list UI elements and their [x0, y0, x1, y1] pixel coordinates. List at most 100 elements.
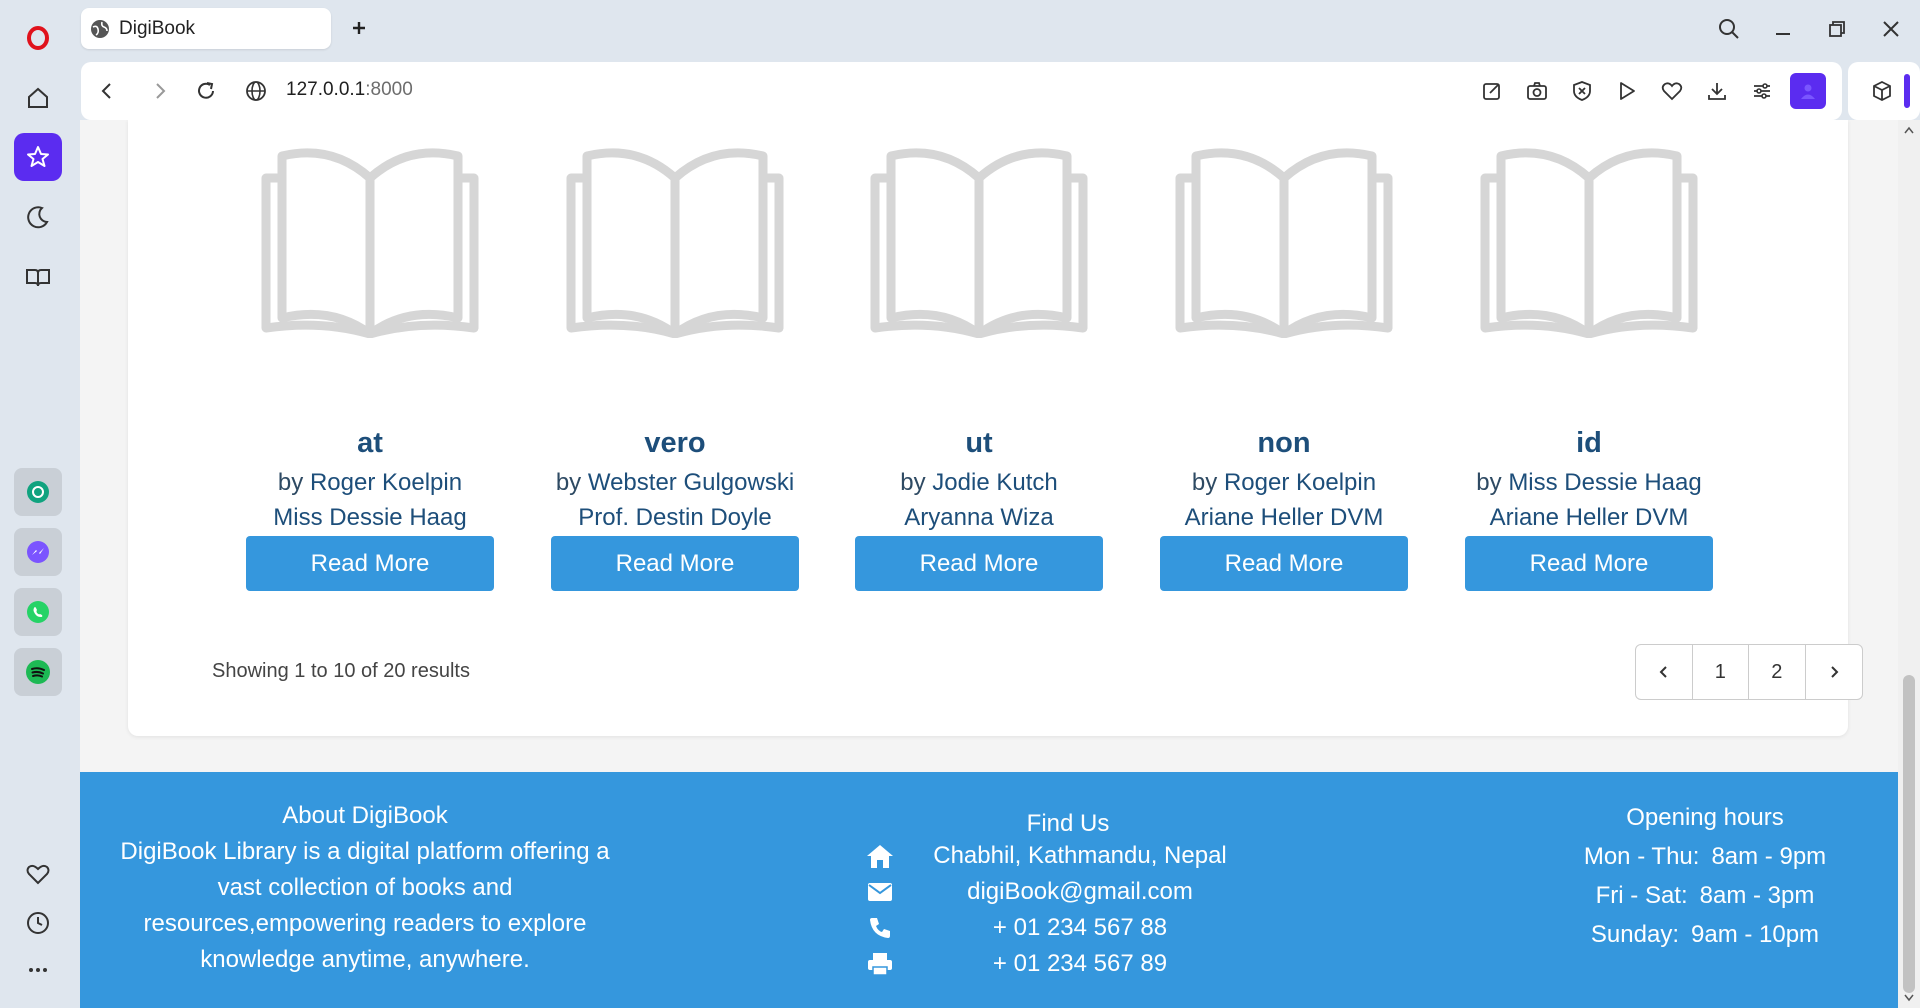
- prev-page-chevron-icon[interactable]: [1636, 645, 1693, 699]
- easy-setup-sliders-icon[interactable]: [1746, 75, 1778, 107]
- chatgpt-icon[interactable]: [14, 468, 62, 516]
- spotify-icon[interactable]: [14, 648, 62, 696]
- book-title: non: [1257, 427, 1311, 459]
- forward-arrow-icon[interactable]: [144, 75, 176, 107]
- minimize-icon[interactable]: [1766, 12, 1800, 46]
- more-dots-icon[interactable]: [14, 946, 62, 994]
- tab-title: DigiBook: [119, 17, 196, 39]
- url-text[interactable]: 127.0.0.1:8000: [286, 79, 413, 101]
- page-viewport: at by Roger Koelpin Miss Dessie Haag Rea…: [80, 120, 1898, 1008]
- hours-time: 9am - 10pm: [1691, 921, 1820, 948]
- read-more-button[interactable]: Read More: [246, 536, 494, 591]
- book-author: by Roger Koelpin: [246, 469, 494, 497]
- home-icon[interactable]: [14, 74, 62, 122]
- phone-text: + 01 234 567 88: [992, 914, 1168, 941]
- book-author: by Roger Koelpin: [1160, 469, 1408, 497]
- author-name: Jodie Kutch: [932, 469, 1058, 496]
- find-us-section: Find Us Chabhil, Kathmandu, Nepal digiBo…: [860, 810, 1260, 982]
- books-card: at by Roger Koelpin Miss Dessie Haag Rea…: [128, 120, 1863, 736]
- by-label: by: [900, 469, 926, 496]
- read-more-button[interactable]: Read More: [1465, 536, 1713, 591]
- by-label: by: [1191, 469, 1218, 496]
- reload-icon[interactable]: [190, 75, 222, 107]
- book-title: id: [1576, 427, 1602, 459]
- book-author: by Miss Dessie Haag: [1465, 469, 1713, 497]
- hours-days: Fri - Sat:: [1595, 882, 1688, 909]
- author-name: Roger Koelpin: [1223, 469, 1377, 496]
- messenger-icon[interactable]: [14, 528, 62, 576]
- sidebar-toggle-indicator[interactable]: [1904, 74, 1910, 108]
- scrollbar-thumb[interactable]: [1903, 675, 1915, 993]
- download-icon[interactable]: [1701, 75, 1733, 107]
- book-author: by Webster Gulgowski: [551, 469, 799, 497]
- read-more-button[interactable]: Read More: [551, 536, 799, 591]
- book-title: at: [357, 427, 383, 459]
- by-label: by: [1476, 469, 1502, 496]
- book-cover-icon: [252, 138, 488, 338]
- about-title: About DigiBook: [282, 802, 448, 829]
- by-label: by: [277, 469, 304, 496]
- restore-icon[interactable]: [1820, 12, 1854, 46]
- read-more-button[interactable]: Read More: [1160, 536, 1408, 591]
- book-cover-icon: [557, 138, 793, 338]
- next-page-chevron-icon[interactable]: [1806, 645, 1863, 699]
- address-bar: 127.0.0.1:8000: [81, 62, 1842, 120]
- favorites-star-icon[interactable]: [14, 133, 62, 181]
- book-cover-icon: [1166, 138, 1402, 338]
- book-coauthor: Miss Dessie Haag: [273, 504, 467, 531]
- find-us-title: Find Us: [1026, 810, 1110, 837]
- globe-favicon-icon: [91, 19, 109, 38]
- moon-icon[interactable]: [14, 193, 62, 241]
- home-address-icon: [860, 843, 900, 869]
- opening-hours-section: Opening hours Mon - Thu: 8am - 9pm Fri - …: [1540, 798, 1870, 954]
- author-name: Webster Gulgowski: [587, 469, 795, 496]
- book-coauthor: Prof. Destin Doyle: [578, 504, 772, 531]
- fax-text: + 01 234 567 89: [992, 950, 1168, 977]
- url-port: :8000: [365, 79, 413, 100]
- envelope-icon: [860, 882, 900, 902]
- author-name: Miss Dessie Haag: [1508, 469, 1702, 496]
- read-more-button[interactable]: Read More: [855, 536, 1103, 591]
- snapshot-edit-icon[interactable]: [1476, 75, 1508, 107]
- pagination: 1 2: [1635, 644, 1863, 700]
- book-coauthor: Ariane Heller DVM: [1489, 504, 1689, 531]
- page-2-link[interactable]: 2: [1749, 645, 1806, 699]
- camera-icon[interactable]: [1521, 75, 1553, 107]
- about-text: DigiBook Library is a digital platform o…: [120, 838, 610, 973]
- adblock-shield-icon[interactable]: [1566, 75, 1598, 107]
- author-name: Roger Koelpin: [309, 469, 463, 496]
- opera-logo-icon[interactable]: [14, 14, 62, 62]
- hours-time: 8am - 9pm: [1711, 843, 1827, 870]
- hours-days: Sunday:: [1590, 921, 1679, 948]
- reading-list-icon[interactable]: [14, 253, 62, 301]
- new-tab-plus-icon[interactable]: [346, 15, 372, 41]
- whatsapp-icon[interactable]: [14, 588, 62, 636]
- heart-icon[interactable]: [14, 850, 62, 898]
- book-coauthor: Aryanna Wiza: [904, 504, 1054, 531]
- bookmark-heart-icon[interactable]: [1656, 75, 1688, 107]
- back-arrow-icon[interactable]: [91, 75, 123, 107]
- book-cover-icon: [861, 138, 1097, 338]
- book-author: by Jodie Kutch: [855, 469, 1103, 497]
- browser-tab[interactable]: DigiBook: [81, 8, 331, 49]
- book-title: vero: [644, 427, 706, 459]
- email-text: digiBook@gmail.com: [967, 878, 1193, 905]
- scroll-down-icon[interactable]: [1904, 994, 1914, 1002]
- book-coauthor: Ariane Heller DVM: [1184, 504, 1384, 531]
- book-cover-icon: [1471, 138, 1707, 338]
- browser-sidebar: [0, 0, 76, 1008]
- extensions-panel: [1848, 62, 1920, 120]
- close-window-icon[interactable]: [1874, 12, 1908, 46]
- page-scrollbar[interactable]: [1898, 120, 1920, 1008]
- search-icon[interactable]: [1712, 12, 1746, 46]
- extensions-cube-icon[interactable]: [1866, 75, 1898, 107]
- history-clock-icon[interactable]: [14, 899, 62, 947]
- site-info-globe-icon[interactable]: [240, 75, 272, 107]
- profile-avatar-icon[interactable]: [1790, 73, 1826, 109]
- address-text: Chabhil, Kathmandu, Nepal: [933, 842, 1227, 869]
- player-play-icon[interactable]: [1611, 75, 1643, 107]
- about-section: About DigiBook DigiBook Library is a dig…: [110, 798, 620, 978]
- by-label: by: [555, 469, 582, 496]
- scroll-up-icon[interactable]: [1904, 126, 1914, 134]
- page-1-link[interactable]: 1: [1693, 645, 1749, 699]
